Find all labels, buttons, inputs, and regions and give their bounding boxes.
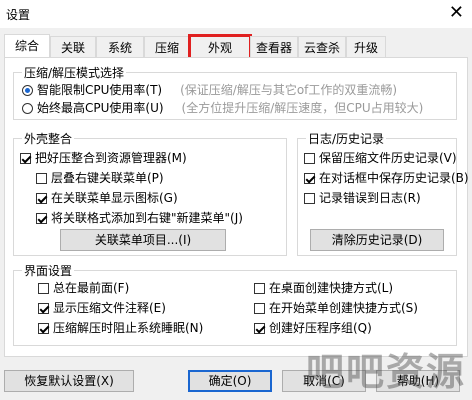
restore-defaults-button[interactable]: 恢复默认设置(X) xyxy=(4,370,134,392)
checkbox[interactable] xyxy=(36,173,47,184)
shell-item-label: 层叠右键关联菜单(P) xyxy=(51,171,164,185)
tab-compression[interactable]: 压缩 xyxy=(144,36,190,58)
shell-group-title: 外壳整合 xyxy=(22,130,75,147)
radio-max[interactable] xyxy=(22,103,33,114)
checkbox[interactable] xyxy=(254,323,265,334)
ui-item[interactable]: 在桌面创建快捷方式(L) xyxy=(254,279,393,297)
mode-option-max[interactable]: 始终最高CPU使用率(U) (全方位提升压缩/解压速度，但CPU占用较大) xyxy=(22,99,423,117)
close-icon[interactable]: ✕ xyxy=(449,2,464,23)
ui-item-label: 在桌面创建快捷方式(L) xyxy=(269,281,394,295)
log-item-label: 记录错误到日志(R) xyxy=(319,191,421,205)
checkbox[interactable] xyxy=(304,193,315,204)
log-group: 日志/历史记录 保留压缩文件历史记录(V) 在对话框中保存历史记录(B) 记录错… xyxy=(297,130,469,256)
checkbox[interactable] xyxy=(38,323,49,334)
ui-item[interactable]: 在开始菜单创建快捷方式(S) xyxy=(254,299,418,317)
tab-cloud-scan[interactable]: 云查杀 xyxy=(298,36,346,58)
tab-system[interactable]: 系统 xyxy=(96,36,144,58)
clear-history-button[interactable]: 清除历史记录(D) xyxy=(310,229,444,251)
checkbox[interactable] xyxy=(304,173,315,184)
association-menu-button[interactable]: 关联菜单项目...(I) xyxy=(60,229,226,251)
shell-item-label: 在关联菜单显示图标(G) xyxy=(51,191,178,205)
log-item-label: 保留压缩文件历史记录(V) xyxy=(319,151,457,165)
checkbox[interactable] xyxy=(36,193,47,204)
shell-item[interactable]: 将关联格式添加到右键"新建菜单"(J) xyxy=(36,209,243,227)
mode-option-smart[interactable]: 智能限制CPU使用率(T) (保证压缩/解压与其它of工作的双重流畅) xyxy=(22,81,397,99)
tab-upgrade[interactable]: 升级 xyxy=(346,36,386,58)
shell-item-label: 把好压整合到资源管理器(M) xyxy=(35,151,187,165)
ui-item-label: 创建好压程序组(Q) xyxy=(269,321,372,335)
ui-item-label: 显示压缩文件注释(E) xyxy=(53,301,166,315)
shell-item[interactable]: 在关联菜单显示图标(G) xyxy=(36,189,178,207)
checkbox[interactable] xyxy=(254,283,265,294)
shell-item[interactable]: 把好压整合到资源管理器(M) xyxy=(20,149,187,167)
shell-item[interactable]: 层叠右键关联菜单(P) xyxy=(36,169,164,187)
radio-smart[interactable] xyxy=(22,85,33,96)
ui-item[interactable]: 压缩解压时阻止系统睡眠(N) xyxy=(38,319,203,337)
ui-group: 界面设置 总在最前面(F) 显示压缩文件注释(E) 压缩解压时阻止系统睡眠(N)… xyxy=(13,262,457,346)
ui-item[interactable]: 创建好压程序组(Q) xyxy=(254,319,372,337)
log-item[interactable]: 保留压缩文件历史记录(V) xyxy=(304,149,457,167)
tab-general[interactable]: 综合 xyxy=(4,34,50,59)
tab-association[interactable]: 关联 xyxy=(50,36,96,58)
log-item[interactable]: 在对话框中保存历史记录(B) xyxy=(304,169,469,187)
ok-button[interactable]: 确定(O) xyxy=(188,370,272,392)
ui-item-label: 压缩解压时阻止系统睡眠(N) xyxy=(53,321,204,335)
ui-group-title: 界面设置 xyxy=(22,262,75,279)
ui-item[interactable]: 总在最前面(F) xyxy=(38,279,129,297)
shell-group: 外壳整合 把好压整合到资源管理器(M) 层叠右键关联菜单(P) 在关联菜单显示图… xyxy=(13,130,287,256)
log-item[interactable]: 记录错误到日志(R) xyxy=(304,189,421,207)
mode-option-label: 智能限制CPU使用率(T) xyxy=(37,83,163,97)
mode-group: 压缩/解压模式选择 智能限制CPU使用率(T) (保证压缩/解压与其它of工作的双… xyxy=(13,64,457,120)
checkbox[interactable] xyxy=(254,303,265,314)
title-bar: 设置 ✕ xyxy=(0,0,472,28)
tab-viewer[interactable]: 查看器 xyxy=(250,36,298,58)
watermark: 吧吧资源 xyxy=(305,350,466,394)
checkbox[interactable] xyxy=(38,283,49,294)
ui-item-label: 总在最前面(F) xyxy=(53,281,130,295)
ui-item-label: 在开始菜单创建快捷方式(S) xyxy=(269,301,418,315)
log-item-label: 在对话框中保存历史记录(B) xyxy=(319,171,469,185)
checkbox[interactable] xyxy=(20,153,31,164)
checkbox[interactable] xyxy=(36,213,47,224)
mode-group-title: 压缩/解压模式选择 xyxy=(22,64,127,81)
checkbox[interactable] xyxy=(38,303,49,314)
tab-bar: 综合 关联 系统 压缩 外观 查看器 云查杀 升级 xyxy=(0,34,472,60)
log-group-title: 日志/历史记录 xyxy=(306,130,387,147)
shell-item-label: 将关联格式添加到右键"新建菜单"(J) xyxy=(51,211,243,225)
ui-item[interactable]: 显示压缩文件注释(E) xyxy=(38,299,166,317)
mode-option-hint: (保证压缩/解压与其它of工作的双重流畅) xyxy=(180,83,398,97)
checkbox[interactable] xyxy=(304,153,315,164)
tab-appearance[interactable]: 外观 xyxy=(188,34,252,60)
mode-option-label: 始终最高CPU使用率(U) xyxy=(37,101,164,115)
window-title: 设置 xyxy=(6,8,31,22)
mode-option-hint: (全方位提升压缩/解压速度，但CPU占用较大) xyxy=(181,101,424,115)
settings-panel: 压缩/解压模式选择 智能限制CPU使用率(T) (保证压缩/解压与其它of工作的双… xyxy=(4,57,469,357)
